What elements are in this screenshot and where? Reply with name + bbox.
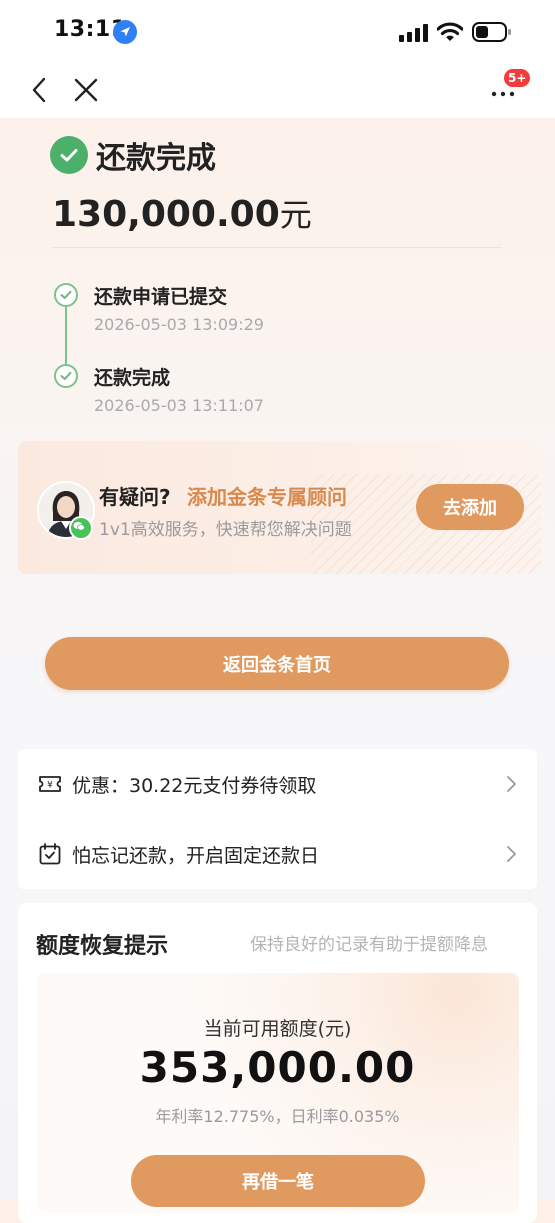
- available-credit-amount: 353,000.00: [139, 1043, 416, 1092]
- signal-icon: [399, 24, 428, 42]
- advisor-link[interactable]: 添加金条专属顾问: [187, 481, 347, 510]
- close-icon[interactable]: [72, 76, 100, 104]
- list-item-label: 优惠：30.22元支付券待领取: [72, 774, 317, 797]
- repay-amount-unit: 元: [279, 196, 312, 234]
- chevron-right-icon: [507, 776, 516, 792]
- calendar-icon: [39, 843, 61, 865]
- borrow-again-button[interactable]: 再借一笔: [131, 1155, 425, 1207]
- chevron-right-icon: [507, 846, 516, 862]
- advisor-subtitle: 1v1高效服务，快速帮您解决问题: [99, 520, 352, 540]
- timeline-check-icon: [54, 283, 78, 307]
- add-advisor-button[interactable]: 去添加: [416, 484, 524, 530]
- result-title: 还款完成: [96, 141, 216, 176]
- divider: [52, 247, 502, 248]
- back-icon[interactable]: [28, 76, 52, 104]
- return-home-button[interactable]: 返回金条首页: [45, 637, 509, 690]
- timeline-step-title: 还款完成: [94, 367, 171, 389]
- repay-amount: 130,000.00元: [52, 190, 312, 236]
- credit-hint: 保持良好的记录有助于提额降息: [250, 935, 488, 955]
- success-check-icon: [50, 136, 88, 174]
- wifi-icon: [437, 22, 463, 41]
- ticket-icon: ¥: [39, 776, 61, 792]
- wechat-icon: [69, 516, 93, 540]
- list-item-coupon[interactable]: ¥ 优惠：30.22元支付券待领取: [18, 749, 537, 819]
- timeline-step-time: 2026-05-03 13:11:07: [94, 396, 264, 415]
- timeline-step-title: 还款申请已提交: [94, 286, 228, 308]
- svg-text:¥: ¥: [47, 781, 53, 791]
- advisor-question: 有疑问?: [99, 485, 171, 509]
- list-item-fixed-repay-day[interactable]: 怕忘记还款，开启固定还款日: [18, 819, 537, 889]
- credit-title: 额度恢复提示: [36, 934, 169, 959]
- list-item-label: 怕忘记还款，开启固定还款日: [72, 844, 320, 867]
- result-header: 还款完成: [50, 135, 216, 176]
- location-icon: [113, 20, 137, 44]
- notification-badge: 5+: [504, 69, 531, 87]
- interest-rate: 年利率12.775%，日利率0.035%: [155, 1107, 400, 1126]
- battery-icon: [472, 22, 511, 42]
- timeline-check-icon: [54, 364, 78, 388]
- repay-amount-value: 130,000.00: [52, 194, 280, 235]
- timeline-line: [65, 307, 67, 369]
- timeline-step-time: 2026-05-03 13:09:29: [94, 315, 264, 334]
- available-credit-label: 当前可用额度(元): [203, 1018, 352, 1040]
